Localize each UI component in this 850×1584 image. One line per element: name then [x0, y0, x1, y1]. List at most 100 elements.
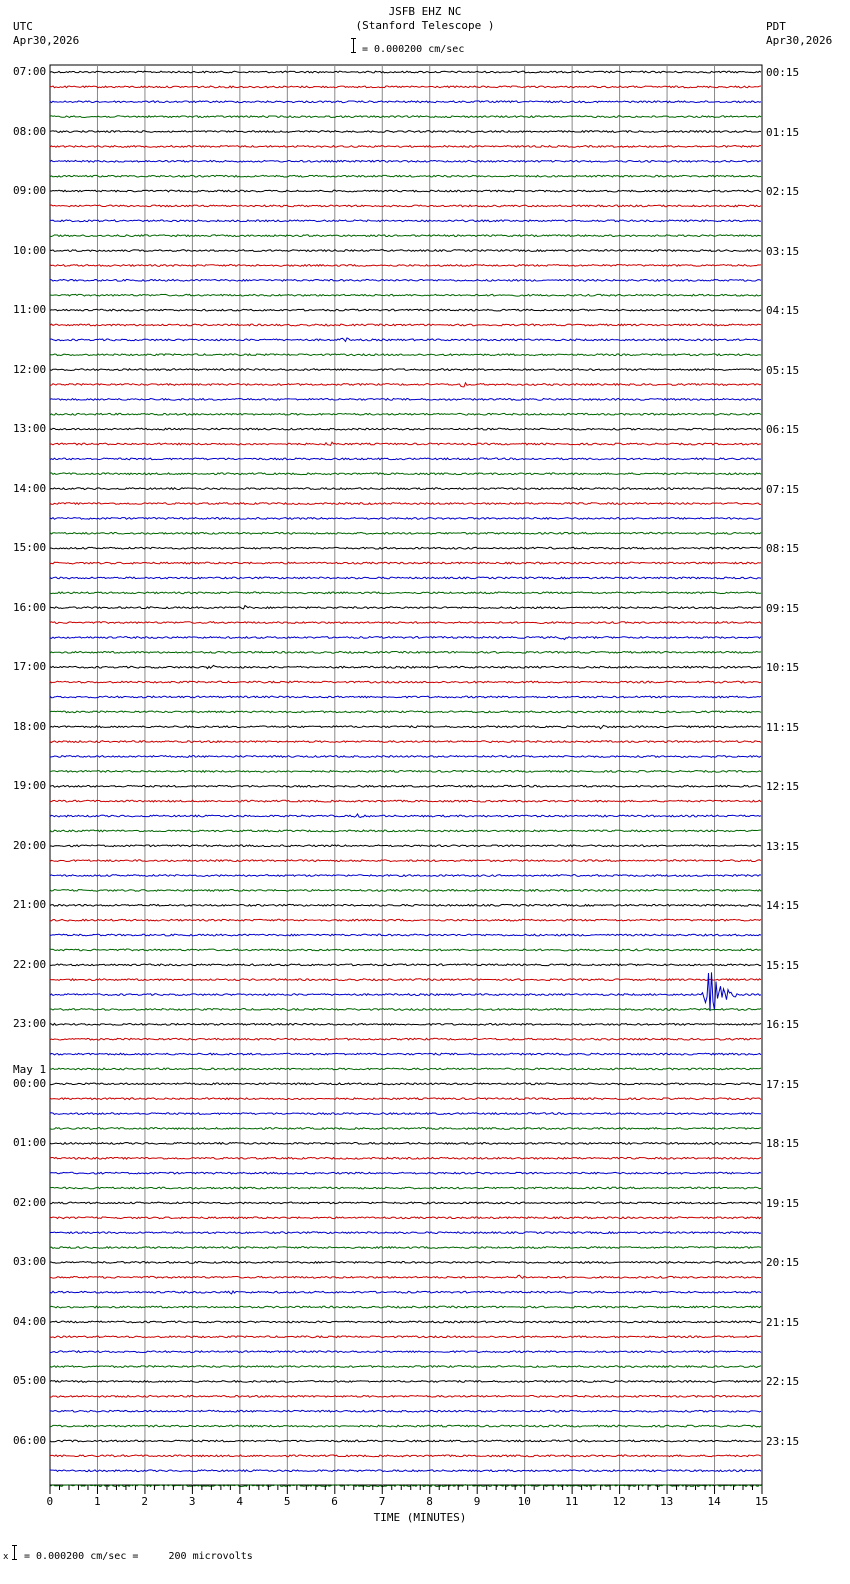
trace-64 — [49, 1022, 762, 1026]
trace-21 — [49, 381, 762, 388]
trace-11 — [49, 234, 762, 238]
trace-90 — [49, 1409, 762, 1413]
utc-hour-label: 15:00 — [13, 541, 47, 555]
trace-59 — [49, 948, 762, 952]
trace-61 — [49, 978, 762, 982]
pdt-hour-label: 02:15 — [766, 185, 800, 199]
trace-54 — [49, 873, 762, 878]
utc-hour-label: 07:00 — [13, 65, 47, 78]
x-tick-label: 6 — [331, 1495, 338, 1508]
utc-hour-label: 18:00 — [13, 719, 47, 733]
utc-hour-label: 22:00 — [13, 957, 47, 971]
x-tick-label: 3 — [188, 1495, 196, 1508]
trace-88 — [49, 1379, 762, 1383]
trace-30 — [49, 516, 762, 520]
trace-38 — [49, 635, 762, 641]
utc-hour-label: 17:00 — [13, 660, 47, 674]
pdt-hour-label: 00:15 — [766, 66, 800, 79]
pdt-hour-label: 09:15 — [766, 601, 800, 615]
trace-80 — [49, 1260, 762, 1264]
x-tick-label: 10 — [517, 1495, 531, 1508]
utc-hour-label: 09:00 — [13, 184, 47, 198]
trace-82 — [49, 1290, 762, 1295]
trace-81 — [49, 1274, 762, 1280]
footer-scale-bar-icon — [12, 1545, 17, 1560]
x-tick-label: 13 — [660, 1495, 674, 1508]
trace-2 — [49, 100, 762, 104]
trace-50 — [49, 813, 762, 819]
trace-46 — [49, 754, 762, 759]
trace-24 — [49, 427, 762, 431]
utc-hour-label: 20:00 — [13, 838, 47, 852]
x-tick-label: 4 — [236, 1495, 243, 1508]
trace-37 — [49, 620, 762, 625]
x-tick-label: 0 — [46, 1495, 54, 1508]
pdt-hour-label: 07:15 — [766, 482, 800, 496]
footer-marker: x — [3, 1552, 9, 1562]
trace-4 — [49, 129, 762, 134]
trace-73 — [49, 1156, 762, 1160]
trace-10 — [49, 219, 762, 223]
trace-1 — [49, 85, 762, 89]
trace-9 — [49, 204, 762, 208]
trace-65 — [49, 1037, 762, 1041]
trace-86 — [49, 1350, 762, 1354]
trace-52 — [49, 844, 762, 848]
trace-25 — [49, 441, 762, 447]
trace-85 — [49, 1335, 762, 1339]
trace-68 — [49, 1082, 762, 1086]
trace-40 — [49, 664, 762, 670]
utc-hour-label: 13:00 — [13, 422, 47, 436]
pdt-hour-label: 05:15 — [766, 363, 800, 377]
trace-78 — [49, 1231, 762, 1235]
trace-53 — [49, 859, 762, 863]
trace-31 — [49, 531, 762, 535]
x-tick-label: 15 — [755, 1495, 769, 1508]
trace-26 — [49, 457, 762, 461]
trace-28 — [49, 487, 762, 491]
trace-63 — [49, 1007, 762, 1011]
pdt-hour-label: 14:15 — [766, 899, 800, 913]
utc-hour-label: 16:00 — [13, 600, 47, 614]
trace-34 — [49, 576, 762, 580]
trace-95 — [49, 1484, 762, 1488]
utc-hour-label: 19:00 — [13, 779, 47, 793]
pdt-hour-label: 17:15 — [766, 1077, 800, 1091]
trace-48 — [49, 784, 762, 788]
trace-60 — [50, 963, 762, 967]
utc-hour-label: 14:00 — [13, 481, 47, 495]
x-tick-label: 9 — [473, 1495, 481, 1508]
trace-56 — [49, 903, 762, 907]
trace-19 — [49, 353, 762, 357]
pdt-hour-label: 13:15 — [766, 839, 800, 853]
trace-16 — [49, 308, 762, 312]
pdt-hour-label: 20:15 — [766, 1256, 800, 1270]
pdt-hour-label: 08:15 — [766, 542, 800, 556]
trace-8 — [49, 189, 762, 193]
trace-94 — [49, 1469, 762, 1473]
trace-45 — [49, 740, 762, 744]
x-tick-label: 2 — [141, 1495, 149, 1508]
trace-74 — [49, 1171, 762, 1175]
trace-12 — [49, 248, 762, 253]
trace-83 — [49, 1305, 762, 1309]
pdt-hour-label: 16:15 — [766, 1018, 800, 1032]
trace-41 — [49, 680, 762, 684]
trace-62 — [49, 972, 762, 1012]
utc-hour-label: 11:00 — [13, 303, 47, 317]
utc-hour-label: 23:00 — [13, 1017, 47, 1031]
trace-13 — [49, 263, 762, 268]
pdt-hour-label: 19:15 — [766, 1196, 800, 1210]
seismogram-plot — [49, 64, 763, 1494]
utc-hour-label: 10:00 — [13, 243, 47, 257]
trace-18 — [49, 337, 762, 343]
x-tick-label: 1 — [93, 1495, 101, 1508]
trace-22 — [49, 397, 762, 401]
trace-84 — [49, 1320, 762, 1324]
utc-hour-label: 06:00 — [13, 1433, 47, 1447]
footer-scale-text: = 0.000200 cm/sec = 200 microvolts — [24, 1551, 253, 1562]
x-tick-label: 12 — [612, 1495, 626, 1508]
trace-3 — [49, 115, 762, 119]
x-axis-label: TIME (MINUTES) — [373, 1511, 467, 1524]
trace-35 — [49, 591, 762, 595]
